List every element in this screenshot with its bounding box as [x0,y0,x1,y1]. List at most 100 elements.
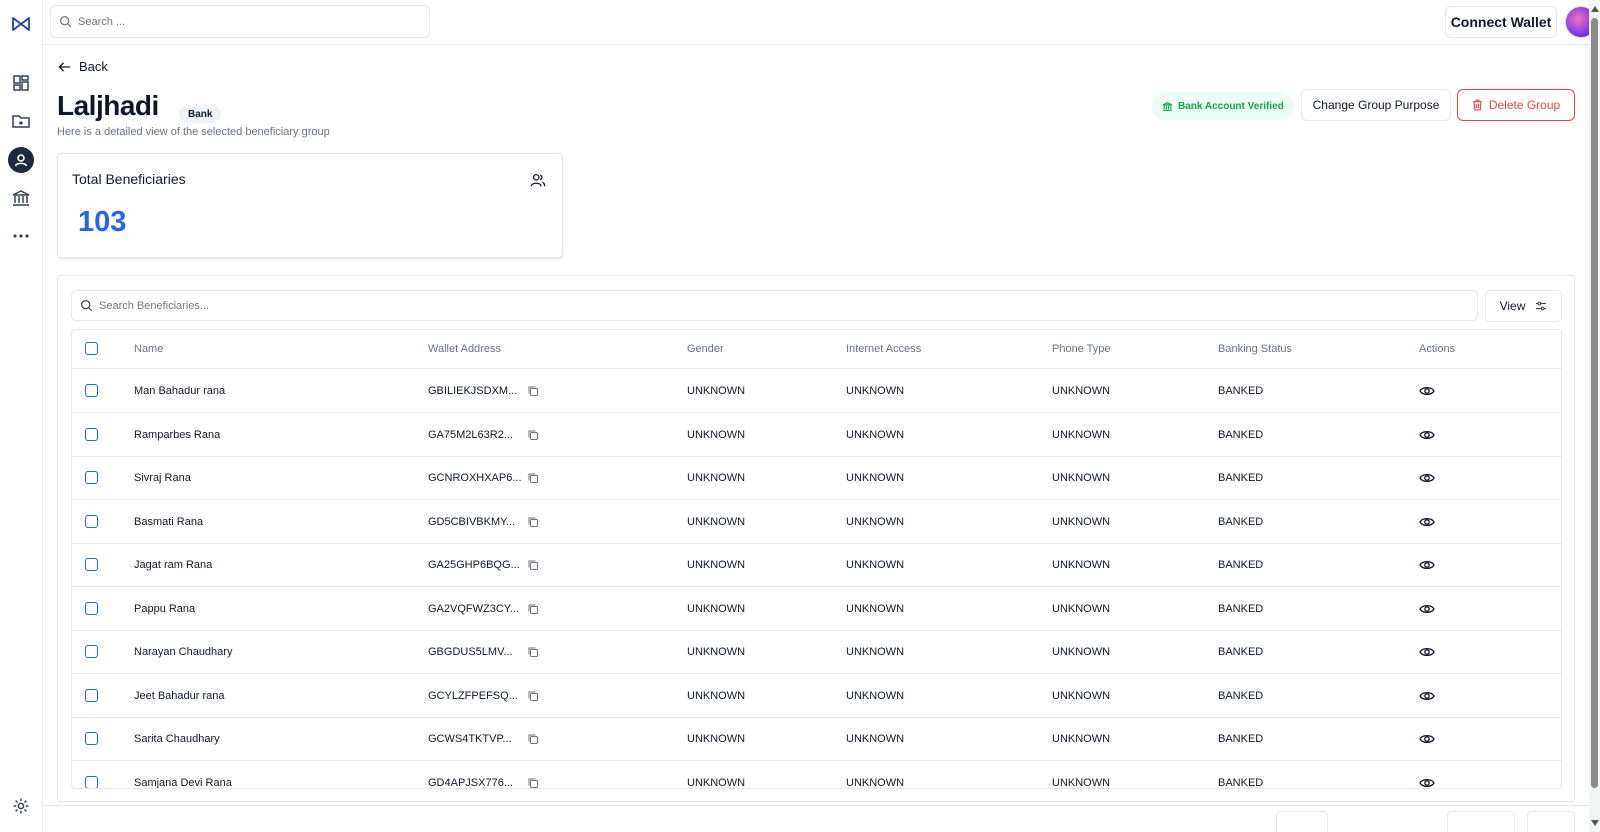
copy-icon[interactable] [527,516,539,528]
eye-icon[interactable] [1419,732,1435,746]
column-header[interactable]: Phone Type [1052,343,1111,355]
beneficiary-search-input[interactable] [99,299,1399,312]
banking-status: BANKED [1218,733,1264,745]
table-row[interactable]: Ramparbes Rana GA75M2L63R2... UNKNOWN UNKNO… [72,413,1561,457]
more-icon[interactable] [8,223,34,249]
beneficiary-search[interactable] [71,290,1478,321]
scroll-up-icon[interactable] [1591,6,1599,12]
sidebar [0,0,43,832]
page-size-select[interactable] [1276,811,1328,832]
row-checkbox[interactable] [85,645,98,658]
table-row[interactable]: Pappu Rana GA2VQFWZ3CY... UNKNOWN UNKNOWN UN… [72,587,1561,631]
eye-icon[interactable] [1419,558,1435,572]
eye-icon[interactable] [1419,471,1435,485]
eye-icon[interactable] [1419,776,1435,790]
gender: UNKNOWN [687,733,746,745]
wallet-address: GA75M2L63R2... [428,428,513,441]
view-options-button[interactable]: View [1485,290,1562,322]
gear-icon[interactable] [8,793,34,819]
total-beneficiaries-card: Total Beneficiaries 103 [57,153,563,258]
copy-icon[interactable] [527,733,539,745]
delete-group-button[interactable]: Delete Group [1457,89,1575,121]
banking-status: BANKED [1218,602,1264,615]
beneficiary-name: Jeet Bahadur rana [134,689,225,702]
eye-icon[interactable] [1419,645,1435,659]
eye-icon[interactable] [1419,515,1435,529]
beneficiary-name: Narayan Chaudhary [134,646,233,658]
table-row[interactable]: Sivraj Rana GCNROXHXAP6... UNKNOWN UNKNOWN U… [72,456,1561,500]
row-checkbox[interactable] [85,384,98,397]
eye-icon[interactable] [1419,428,1435,442]
row-checkbox[interactable] [85,775,98,788]
bank-icon[interactable] [8,185,34,211]
change-group-purpose-button[interactable]: Change Group Purpose [1301,89,1451,121]
banking-status: BANKED [1218,689,1264,702]
table-row[interactable]: Basmati Rana GD5CBIVBKMY... UNKNOWN UNKNOWN… [72,500,1561,544]
table-header: Name Wallet Address Gender Internet Acce… [72,330,1561,369]
banking-status: BANKED [1218,428,1264,441]
row-checkbox[interactable] [85,601,98,615]
scroll-down-icon[interactable] [1591,820,1599,826]
phone-type: UNKNOWN [1052,689,1111,702]
beneficiary-icon[interactable] [8,147,34,173]
internet-access: UNKNOWN [846,776,905,789]
next-page-button[interactable] [1527,811,1575,832]
copy-icon[interactable] [527,385,539,397]
wallet-address: GCNROXHXAP6... [428,472,522,484]
eye-icon[interactable] [1419,689,1435,703]
internet-access: UNKNOWN [846,646,905,658]
eye-icon[interactable] [1419,602,1435,616]
scroll-thumb[interactable] [1591,18,1598,788]
table-row[interactable]: Samjana Devi Rana GD4APJSX776... UNKNOWN UN… [72,761,1561,790]
table-row[interactable]: Narayan Chaudhary GBGDUS5LMV... UNKNOWN UNK… [72,630,1561,674]
logo-icon[interactable] [8,11,34,37]
table-row[interactable]: Jeet Bahadur rana GCYLZFPEFSQ... UNKNOWN UN… [72,674,1561,718]
column-header[interactable]: Name [134,343,163,355]
topbar: Connect Wallet [43,0,1600,45]
table-row[interactable]: Sarita Chaudhary GCWS4TKTVP... UNKNOWN UNKN… [72,717,1561,761]
copy-icon[interactable] [527,690,539,702]
row-checkbox[interactable] [85,427,98,441]
column-header[interactable]: Banking Status [1218,343,1292,355]
row-checkbox[interactable] [85,688,98,702]
eye-icon[interactable] [1419,384,1435,398]
connect-wallet-button[interactable]: Connect Wallet [1445,6,1557,38]
copy-icon[interactable] [527,559,539,571]
beneficiary-name: Sivraj Rana [134,472,191,484]
back-link[interactable]: Back [58,59,108,74]
row-checkbox[interactable] [85,471,98,484]
select-all-checkbox[interactable] [85,342,98,355]
back-label: Back [79,59,108,74]
row-checkbox[interactable] [85,732,98,745]
folder-icon[interactable] [8,108,34,134]
page-scrollbar[interactable] [1589,0,1600,832]
phone-type: UNKNOWN [1052,776,1111,789]
arrow-left-icon [58,61,71,72]
dashboard-icon[interactable] [8,70,34,96]
column-header[interactable]: Internet Access [846,343,921,355]
global-search[interactable] [50,5,430,38]
copy-icon[interactable] [527,603,539,615]
beneficiary-name: Pappu Rana [134,602,196,615]
table-row[interactable]: Man Bahadur rana GBILIEKJSDXM... UNKNOWN UN… [72,369,1561,413]
copy-icon[interactable] [527,429,539,441]
gender: UNKNOWN [687,428,746,441]
column-header[interactable]: Wallet Address [428,343,501,355]
table-row[interactable]: Jagat ram Rana GA25GHP6BQG... UNKNOWN UNKNO… [72,543,1561,587]
banking-status: BANKED [1218,776,1264,789]
copy-icon[interactable] [527,646,539,658]
row-checkbox[interactable] [85,558,98,571]
column-header[interactable]: Gender [687,343,724,355]
copy-icon[interactable] [527,777,539,789]
beneficiary-name: Basmati Rana [134,515,204,528]
previous-page-button[interactable] [1447,811,1515,832]
gender: UNKNOWN [687,559,746,571]
internet-access: UNKNOWN [846,733,905,745]
sliders-icon [1536,301,1547,311]
copy-icon[interactable] [527,472,539,484]
wallet-address: GA2VQFWZ3CY... [428,602,519,615]
users-icon [530,174,546,187]
search-icon [81,300,93,312]
row-checkbox[interactable] [85,514,98,528]
global-search-input[interactable] [78,15,378,28]
